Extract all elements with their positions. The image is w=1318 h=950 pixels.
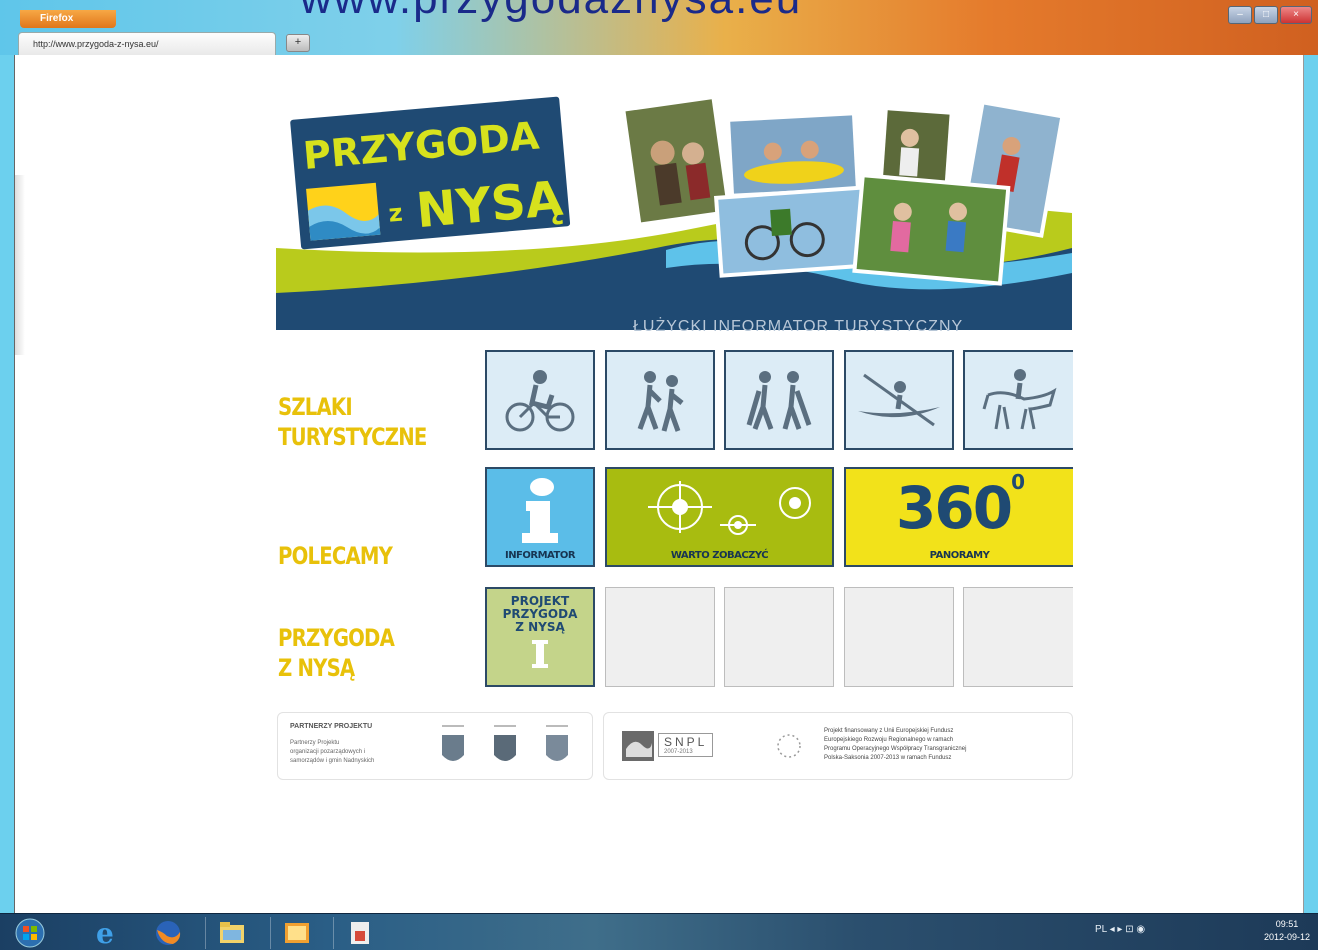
trail-tile-nordic-walking[interactable] bbox=[724, 350, 834, 450]
trails-section-label: SZLAKI TURYSTYCZNE bbox=[278, 392, 427, 452]
empty-tile-1 bbox=[605, 587, 715, 687]
taskbar-firefox-button[interactable] bbox=[142, 917, 194, 949]
clock-date: 2012-09-12 bbox=[1263, 932, 1310, 942]
project-label-line2: Z NYSĄ bbox=[278, 654, 355, 682]
page-shadow bbox=[15, 175, 25, 355]
target-icon bbox=[647, 481, 811, 535]
eu-text-2: Europejskiego Rozwoju Regionalnego w ram… bbox=[824, 737, 954, 743]
snpl-logo-icon bbox=[622, 731, 654, 761]
empty-tile-2 bbox=[724, 587, 834, 687]
info-icon bbox=[522, 478, 558, 543]
trail-tile-kayak[interactable] bbox=[844, 350, 954, 450]
browser-tab[interactable]: http://www.przygoda-z-nysa.eu/ bbox=[18, 32, 276, 55]
minimize-button[interactable]: – bbox=[1228, 6, 1252, 24]
panorama-360-text: 360 bbox=[896, 474, 1013, 542]
snpl-label: SNPL bbox=[664, 735, 708, 749]
nordic-walking-icon bbox=[746, 371, 812, 430]
page-viewport: PRZYGODA z NYSĄ ŁUŻYCKI INFORMATOR TURYS… bbox=[14, 55, 1304, 913]
partners-heading: PARTNERZY PROJEKTU bbox=[290, 723, 373, 730]
window-controls: – □ × bbox=[1228, 6, 1312, 24]
eu-stars-icon bbox=[777, 734, 801, 758]
start-button[interactable] bbox=[10, 917, 50, 949]
horse-rider-icon bbox=[982, 369, 1057, 430]
logo-line2-small: z bbox=[387, 199, 403, 228]
coat-of-arms-icons bbox=[442, 725, 568, 761]
taskbar-paint-button[interactable] bbox=[333, 917, 385, 949]
panorama-360-icon: 3600 bbox=[896, 470, 1025, 542]
partners-text-1: Partnerzy Projektu bbox=[290, 740, 340, 746]
info-small-icon bbox=[532, 640, 548, 668]
system-tray[interactable]: PL ◂ ▸ ⊡ ◉ bbox=[1095, 924, 1145, 935]
taskbar-ie-button[interactable]: e bbox=[80, 917, 132, 949]
eu-text-1: Projekt finansowany z Unii Europejskiej … bbox=[824, 728, 954, 734]
folder-icon bbox=[219, 922, 244, 943]
project-tile-line3: Z NYSĄ bbox=[515, 620, 565, 634]
close-button[interactable]: × bbox=[1280, 6, 1312, 24]
clock-time: 09:51 bbox=[1275, 919, 1299, 929]
tab-title: http://www.przygoda-z-nysa.eu/ bbox=[33, 39, 159, 49]
panorama-degree: 0 bbox=[1011, 470, 1025, 494]
firefox-icon bbox=[156, 921, 181, 945]
warto-zobaczyc-tile[interactable]: WARTO ZOBACZYĆ bbox=[605, 467, 834, 567]
snpl-label-box: SNPL 2007-2013 bbox=[658, 733, 714, 757]
empty-tile-4 bbox=[963, 587, 1073, 687]
new-tab-button[interactable]: + bbox=[286, 34, 310, 52]
taskbar-explorer-button[interactable] bbox=[205, 917, 257, 949]
taskbar-app-button[interactable] bbox=[270, 917, 322, 949]
taskbar: e PL ◂ ▸ ⊡ ◉ 09:51 2012-09-12 bbox=[0, 913, 1318, 950]
snpl-sub: 2007-2013 bbox=[664, 749, 693, 755]
photo-viewer-icon bbox=[284, 923, 309, 943]
eu-text-4: Polska-Saksonia 2007-2013 w ramach Fundu… bbox=[824, 755, 952, 761]
logo: PRZYGODA z NYSĄ bbox=[290, 96, 571, 250]
partners-box: PARTNERZY PROJEKTU Partnerzy Projektu or… bbox=[277, 712, 593, 780]
window-frame-right bbox=[1304, 55, 1318, 913]
firefox-menu-button[interactable]: Firefox bbox=[20, 10, 116, 28]
hikers-icon bbox=[637, 371, 684, 432]
trail-tile-cycling[interactable] bbox=[485, 350, 595, 450]
svg-text:e: e bbox=[96, 918, 114, 948]
trails-label-line2: TURYSTYCZNE bbox=[278, 423, 427, 451]
warto-zobaczyc-caption: WARTO ZOBACZYĆ bbox=[670, 550, 769, 561]
partners-text-2: organizacji pozarządowych i bbox=[290, 749, 366, 755]
window-frame-left bbox=[0, 55, 14, 913]
windows-orb-icon bbox=[15, 918, 45, 948]
banner-tagline: ŁUŻYCKI INFORMATOR TURYSTYCZNY bbox=[633, 318, 964, 335]
eu-text-3: Programu Operacyjnego Współpracy Transgr… bbox=[824, 746, 967, 752]
taskbar-clock[interactable]: 09:51 2012-09-12 bbox=[1264, 918, 1310, 944]
overlay-url: www.przygodaznysa.eu bbox=[300, 0, 802, 23]
informator-caption: INFORMATOR bbox=[504, 550, 576, 561]
partners-text-3: samorządów i gmin Nadnyskich bbox=[290, 758, 375, 764]
cyclist-icon bbox=[505, 370, 575, 432]
header-banner: PRZYGODA z NYSĄ bbox=[276, 78, 1072, 330]
informator-tile[interactable]: INFORMATOR bbox=[485, 467, 595, 567]
trail-tile-horse-riding[interactable] bbox=[963, 350, 1073, 450]
trails-label-line1: SZLAKI bbox=[278, 393, 353, 421]
project-section-label: PRZYGODA Z NYSĄ bbox=[278, 623, 395, 683]
trail-tile-hiking[interactable] bbox=[605, 350, 715, 450]
kayak-icon bbox=[858, 373, 940, 427]
project-label-line1: PRZYGODA bbox=[278, 624, 395, 652]
maximize-button[interactable]: □ bbox=[1254, 6, 1278, 24]
empty-tile-3 bbox=[844, 587, 954, 687]
recommend-section-label: POLECAMY bbox=[278, 542, 393, 570]
paint-icon bbox=[350, 922, 369, 944]
panoramy-caption: PANORAMY bbox=[929, 550, 990, 561]
project-tile[interactable]: PROJEKT PRZYGODA Z NYSĄ bbox=[485, 587, 595, 687]
internet-explorer-icon: e bbox=[96, 918, 114, 948]
funding-box: SNPL 2007-2013 Projekt finansowany z Uni… bbox=[603, 712, 1073, 780]
panoramy-tile[interactable]: 3600 PANORAMY bbox=[844, 467, 1073, 567]
